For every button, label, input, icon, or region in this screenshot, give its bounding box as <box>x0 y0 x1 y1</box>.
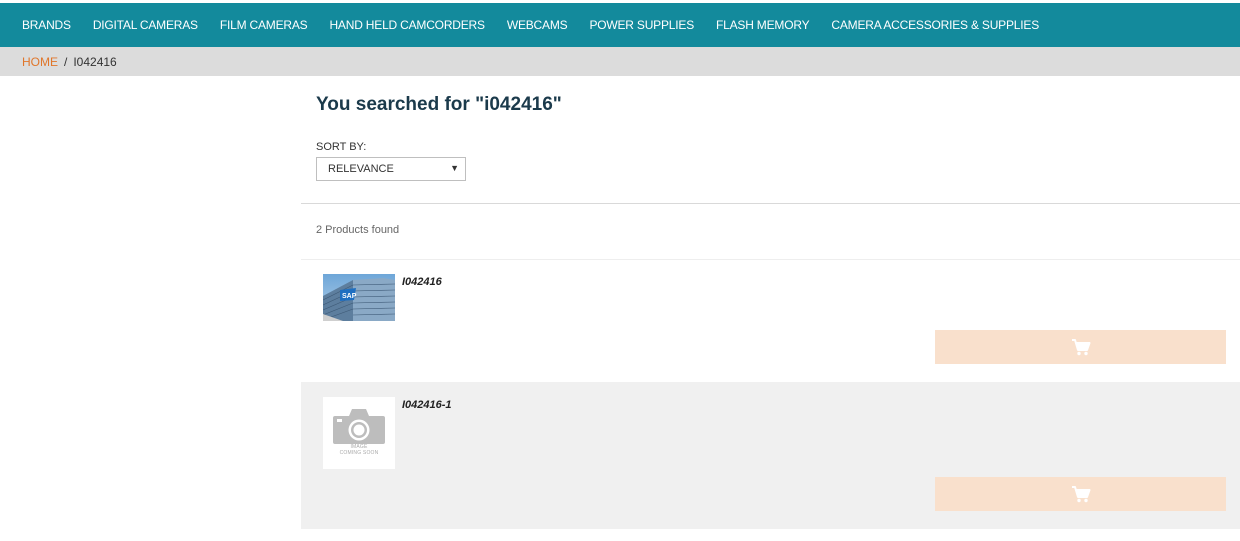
breadcrumb-current: I042416 <box>73 54 117 69</box>
nav-item-brands[interactable]: BRANDS <box>11 18 82 32</box>
svg-text:SAP: SAP <box>342 293 357 300</box>
search-results-main: You searched for "i042416" SORT BY: RELE… <box>301 76 1240 541</box>
product-name-link[interactable]: I042416-1 <box>402 399 452 411</box>
product-name-link[interactable]: I042416 <box>402 276 442 288</box>
product-thumbnail[interactable]: SAP <box>323 274 395 321</box>
breadcrumb-home-link[interactable]: HOME <box>22 55 58 69</box>
cart-icon <box>1071 486 1090 503</box>
image-placeholder-line2: COMING SOON <box>339 450 379 456</box>
add-to-cart-button[interactable] <box>935 330 1226 364</box>
sap-building-photo: SAP <box>323 274 395 321</box>
sort-label: SORT BY: <box>316 141 367 153</box>
product-row: SAP I042416 <box>301 260 1240 381</box>
product-thumbnail[interactable]: IMAGE COMING SOON <box>323 397 395 469</box>
breadcrumb: HOME / I042416 <box>0 47 1240 76</box>
page-title: You searched for "i042416" <box>316 94 562 115</box>
camera-placeholder-icon <box>333 409 385 444</box>
nav-item-flash-memory[interactable]: FLASH MEMORY <box>705 18 820 32</box>
nav-item-power-supplies[interactable]: POWER SUPPLIES <box>578 18 705 32</box>
nav-item-camera-accessories[interactable]: CAMERA ACCESSORIES & SUPPLIES <box>820 18 1050 32</box>
chevron-down-icon: ▼ <box>450 163 459 173</box>
sort-select-value: RELEVANCE <box>328 163 394 175</box>
nav-item-webcams[interactable]: WEBCAMS <box>496 18 579 32</box>
nav-item-film-cameras[interactable]: FILM CAMERAS <box>209 18 319 32</box>
nav-item-digital-cameras[interactable]: DIGITAL CAMERAS <box>82 18 209 32</box>
results-count: 2 Products found <box>316 224 400 236</box>
product-row: IMAGE COMING SOON I042416-1 <box>301 382 1240 529</box>
nav-item-hand-held-camcorders[interactable]: HAND HELD CAMCORDERS <box>318 18 495 32</box>
main-nav: BRANDS DIGITAL CAMERAS FILM CAMERAS HAND… <box>0 3 1240 47</box>
breadcrumb-separator: / <box>64 54 68 69</box>
add-to-cart-button[interactable] <box>935 477 1226 511</box>
cart-icon <box>1071 339 1090 356</box>
sort-select[interactable]: RELEVANCE ▼ <box>316 157 466 181</box>
divider <box>301 203 1240 204</box>
